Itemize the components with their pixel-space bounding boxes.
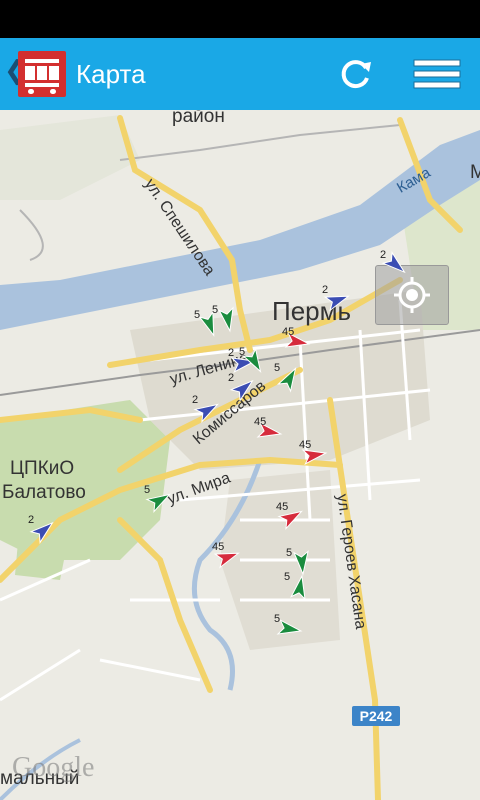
refresh-button[interactable] [338, 56, 374, 92]
vehicle-route-number: 2 [192, 394, 199, 406]
vehicle-route-number: 45 [276, 501, 289, 513]
status-bar [0, 0, 480, 38]
map-view[interactable]: район Пермь ЦПКиО Балатово мальный М ул.… [0, 110, 480, 800]
google-logo: Google [12, 752, 95, 783]
district-label: район [172, 110, 225, 127]
menu-icon [413, 59, 461, 89]
map-canvas [0, 115, 480, 800]
vehicle-route-number: 5 [212, 304, 219, 316]
route-badge: P242 [352, 706, 400, 726]
ctpkio-label: ЦПКиО [10, 458, 75, 479]
vehicle-route-number: 45 [212, 541, 225, 553]
edge-label: М [470, 162, 480, 183]
balatovo-label: Балатово [2, 482, 86, 503]
page-title: Карта [76, 59, 146, 89]
vehicle-route-number: 5 [284, 571, 291, 583]
vehicle-route-number: 2 [228, 347, 235, 359]
vehicle-route-number: 5 [144, 484, 151, 496]
vehicle-route-number: 2 [380, 249, 387, 261]
bus-icon[interactable] [18, 51, 66, 97]
refresh-icon [341, 60, 371, 89]
menu-button[interactable] [412, 54, 462, 94]
action-bar: ❮ Карта [0, 38, 480, 110]
vehicle-route-number: 45 [282, 326, 295, 338]
vehicle-route-number: 45 [299, 439, 312, 451]
vehicle-route-number: 2 [228, 372, 235, 384]
vehicle-route-number: 5 [286, 547, 293, 559]
vehicle-route-number: 5 [239, 346, 246, 358]
vehicle-route-number: 2 [28, 514, 35, 526]
vehicle-route-number: 5 [274, 362, 281, 374]
vehicle-route-number: 5 [274, 613, 281, 625]
vehicle-route-number: 45 [254, 416, 267, 428]
vehicle-route-number: 2 [322, 284, 329, 296]
vehicle-route-number: 5 [194, 309, 201, 321]
